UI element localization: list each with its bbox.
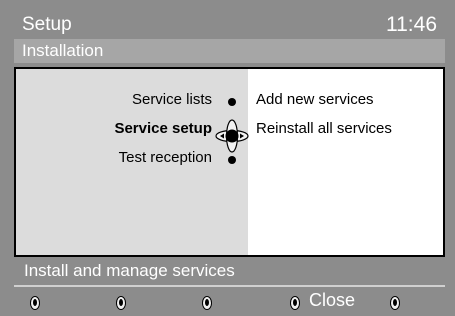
header-title: Setup [22, 14, 72, 35]
yellow-softkey-icon[interactable] [202, 296, 212, 310]
menu-item-service-lists[interactable]: Service lists [132, 91, 212, 108]
menu-item-service-setup[interactable]: Service setup [114, 120, 212, 137]
close-button[interactable]: Close [309, 290, 355, 311]
option-add-new-services[interactable]: Add new services [256, 91, 374, 108]
header-bar: Setup 11:46 [14, 10, 445, 40]
blue-softkey-icon[interactable] [290, 296, 300, 310]
clock: 11:46 [386, 13, 437, 36]
tv-menu-screen: Setup 11:46 Installation Service lists S… [0, 0, 455, 316]
divider [14, 285, 445, 287]
red-softkey-icon[interactable] [30, 296, 40, 310]
extra-softkey-icon[interactable] [390, 296, 400, 310]
menu-item-test-reception[interactable]: Test reception [119, 149, 212, 166]
menu-left-pane: Service lists Service setup Test recepti… [16, 69, 248, 255]
menu-bullet-icon [228, 98, 236, 106]
status-text: Install and manage services [24, 261, 235, 280]
menu-bullet-icon [228, 156, 236, 164]
subheader-title: Installation [14, 39, 445, 63]
option-reinstall-all-services[interactable]: Reinstall all services [256, 120, 392, 137]
navigation-cursor-icon [215, 119, 249, 153]
green-softkey-icon[interactable] [116, 296, 126, 310]
menu-panel: Service lists Service setup Test recepti… [14, 67, 445, 257]
